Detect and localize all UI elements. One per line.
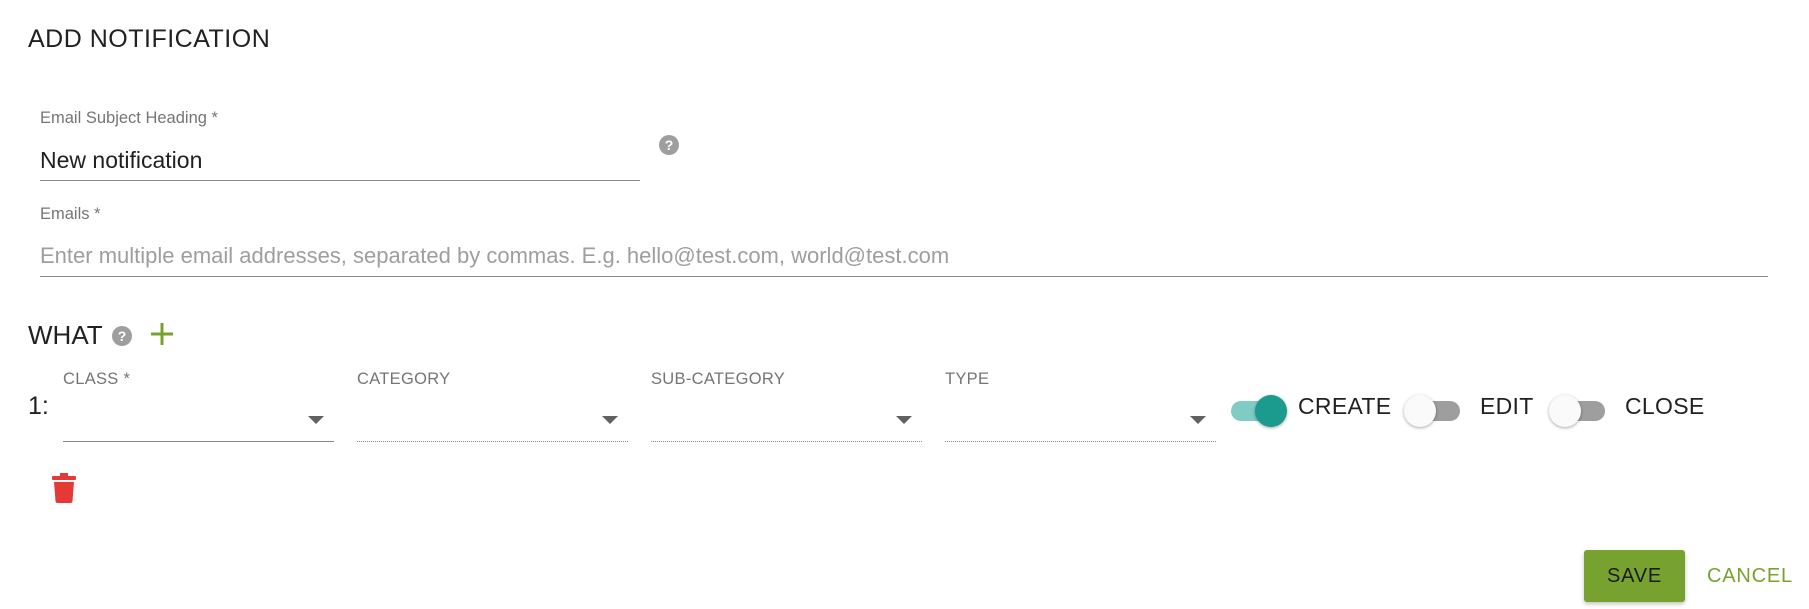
- chevron-down-icon: [308, 416, 324, 424]
- sub-category-select-label: SUB-CATEGORY: [651, 370, 786, 388]
- edit-toggle-label: EDIT: [1480, 393, 1534, 419]
- subject-label: Email Subject Heading *: [40, 109, 218, 127]
- category-select-label: CATEGORY: [357, 370, 451, 388]
- create-toggle-label: CREATE: [1298, 393, 1392, 419]
- emails-label: Emails *: [40, 205, 101, 223]
- close-toggle-label: CLOSE: [1625, 393, 1705, 419]
- what-help-icon[interactable]: ?: [112, 326, 132, 346]
- plus-icon[interactable]: [148, 320, 176, 348]
- save-button[interactable]: SAVE: [1584, 550, 1685, 602]
- sub-category-select[interactable]: SUB-CATEGORY: [651, 370, 922, 442]
- chevron-down-icon: [896, 416, 912, 424]
- toggle-thumb: [1404, 395, 1436, 427]
- toggle-thumb: [1549, 395, 1581, 427]
- chevron-down-icon: [602, 416, 618, 424]
- subject-input[interactable]: [40, 136, 640, 181]
- select-underline: [63, 441, 334, 442]
- close-toggle[interactable]: [1549, 391, 1607, 427]
- trash-icon[interactable]: [52, 473, 76, 503]
- class-select-label: CLASS *: [63, 370, 131, 388]
- select-underline: [357, 441, 628, 442]
- row-index: 1:: [28, 392, 49, 420]
- cancel-button[interactable]: CANCEL: [1700, 550, 1800, 602]
- toggle-thumb: [1255, 395, 1287, 427]
- chevron-down-icon: [1190, 416, 1206, 424]
- class-select[interactable]: CLASS *: [63, 370, 334, 442]
- help-circle-icon[interactable]: ?: [659, 135, 679, 155]
- add-notification-form: ADD NOTIFICATION Email Subject Heading *…: [0, 0, 1809, 609]
- select-underline: [651, 441, 922, 442]
- what-heading: WHAT: [28, 320, 103, 350]
- type-select[interactable]: TYPE: [945, 370, 1216, 442]
- emails-input[interactable]: [40, 232, 1768, 277]
- create-toggle[interactable]: [1229, 391, 1287, 427]
- page-title: ADD NOTIFICATION: [28, 25, 271, 53]
- edit-toggle[interactable]: [1404, 391, 1462, 427]
- category-select[interactable]: CATEGORY: [357, 370, 628, 442]
- type-select-label: TYPE: [945, 370, 990, 388]
- select-underline: [945, 441, 1216, 442]
